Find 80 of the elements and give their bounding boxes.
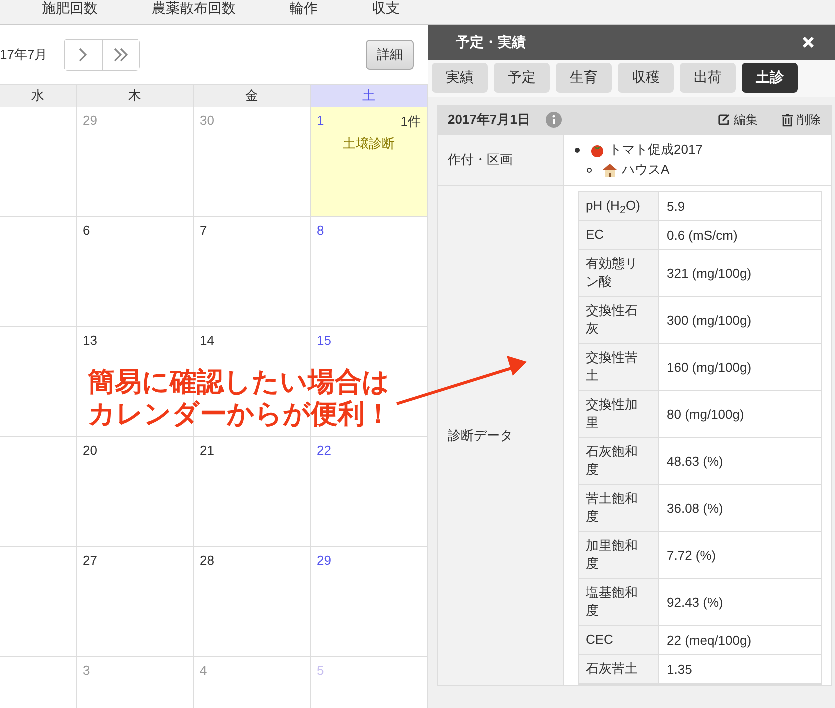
day-number[interactable]: 28 bbox=[200, 553, 214, 568]
measurement-label: 有効態リン酸 bbox=[579, 250, 659, 297]
panel-title: 予定・実績 bbox=[456, 34, 526, 52]
measurement-label: EC bbox=[579, 221, 659, 250]
tab[interactable]: 出荷 bbox=[680, 63, 736, 93]
tab[interactable]: 土診 bbox=[742, 63, 798, 93]
tab[interactable]: 収穫 bbox=[618, 63, 674, 93]
day-number[interactable]: 6 bbox=[83, 223, 90, 238]
nav-link[interactable]: 農薬散布回数 bbox=[152, 0, 236, 16]
measurement-label: pH (H$_{2}$O) bbox=[579, 192, 659, 221]
edit-icon bbox=[718, 114, 730, 126]
measurement-value: 5.9 bbox=[659, 192, 821, 221]
measurement-value: 300 (mg/100g) bbox=[659, 297, 821, 344]
record-date: 2017年7月1日 bbox=[448, 111, 530, 129]
day-number[interactable]: 29 bbox=[317, 553, 332, 568]
day-number[interactable]: 13 bbox=[83, 333, 98, 348]
measurement-value: 48.63 (%) bbox=[659, 438, 821, 485]
measurement-label: 交換性苦土 bbox=[579, 344, 659, 391]
chevron-right-icon bbox=[78, 46, 88, 62]
tab[interactable]: 予定 bbox=[494, 63, 550, 93]
area-name: ハウスA bbox=[622, 161, 670, 179]
event-count: 1件 bbox=[400, 113, 421, 131]
measurement-label: 加里飽和度 bbox=[579, 532, 659, 579]
day-number[interactable]: 21 bbox=[200, 443, 214, 458]
measurement-value: 80 (mg/100g) bbox=[659, 391, 821, 438]
day-number[interactable]: 14 bbox=[200, 333, 214, 348]
day-number[interactable]: 15 bbox=[317, 333, 332, 348]
measurement-label: 石灰飽和度 bbox=[579, 438, 659, 485]
info-icon bbox=[546, 112, 562, 128]
tab[interactable]: 実績 bbox=[432, 63, 488, 93]
day-number[interactable]: 20 bbox=[83, 443, 98, 458]
measurement-value: 160 (mg/100g) bbox=[659, 344, 821, 391]
weekday-header: 水 bbox=[0, 85, 77, 108]
measurement-value: 22 (meq/100g) bbox=[659, 626, 821, 655]
day-number[interactable]: 22 bbox=[317, 443, 332, 458]
nav-link[interactable]: 収支 bbox=[372, 0, 400, 16]
close-icon bbox=[802, 36, 815, 49]
tab[interactable]: 生育 bbox=[556, 63, 612, 93]
measurement-label: 交換性石灰 bbox=[579, 297, 659, 344]
measurement-label: 石灰苦土 bbox=[579, 655, 659, 684]
measurement-value: 7.72 (%) bbox=[659, 532, 821, 579]
delete-link[interactable]: 削除 bbox=[782, 112, 821, 128]
fast-forward-button[interactable] bbox=[102, 40, 139, 70]
day-number[interactable]: 27 bbox=[83, 553, 98, 568]
calendar-day[interactable] bbox=[0, 217, 77, 327]
edit-link[interactable]: 編集 bbox=[718, 112, 758, 128]
calendar-day[interactable] bbox=[0, 327, 77, 437]
measurement-value: 0.6 (mS/cm) bbox=[659, 221, 821, 250]
month-label: 17年7月 bbox=[0, 46, 48, 64]
weekday-header: 金 bbox=[194, 85, 311, 108]
row-label: 作付・区画 bbox=[438, 135, 564, 185]
annotation-text: 簡易に確認したい場合は カレンダーからが便利！ bbox=[88, 366, 392, 430]
calendar-day[interactable] bbox=[0, 437, 77, 547]
calendar-event[interactable]: 土壌診断 bbox=[317, 135, 421, 153]
close-button[interactable] bbox=[802, 36, 815, 49]
detail-button[interactable]: 詳細 bbox=[366, 40, 414, 70]
weekday-header: 土 bbox=[311, 85, 428, 108]
day-number[interactable]: 8 bbox=[317, 223, 324, 238]
double-chevron-icon bbox=[112, 48, 129, 62]
tomato-icon bbox=[590, 142, 605, 158]
day-number[interactable]: 1 bbox=[317, 113, 324, 131]
measurement-label: CEC bbox=[579, 626, 659, 655]
measurement-value: 36.08 (%) bbox=[659, 485, 821, 532]
row-label: 診断データ bbox=[438, 186, 564, 685]
calendar-day[interactable] bbox=[0, 107, 77, 217]
day-number[interactable]: 7 bbox=[200, 223, 208, 238]
nav-link[interactable]: 施肥回数 bbox=[42, 0, 98, 16]
crop-name: トマト促成2017 bbox=[609, 141, 703, 159]
measurement-label: 苦土飽和度 bbox=[579, 485, 659, 532]
nav-link[interactable]: 輪作 bbox=[290, 0, 318, 16]
house-icon bbox=[602, 162, 618, 178]
trash-icon bbox=[782, 114, 793, 126]
measurement-label: 塩基飽和度 bbox=[579, 579, 659, 626]
calendar-day[interactable] bbox=[0, 547, 77, 657]
calendar-day[interactable]: 1 1件 土壌診断 bbox=[311, 107, 428, 217]
measurement-value: 321 (mg/100g) bbox=[659, 250, 821, 297]
measurement-label: 交換性加里 bbox=[579, 391, 659, 438]
weekday-header: 木 bbox=[77, 85, 194, 108]
measurement-value: 1.35 bbox=[659, 655, 821, 684]
measurement-value: 92.43 (%) bbox=[659, 579, 821, 626]
